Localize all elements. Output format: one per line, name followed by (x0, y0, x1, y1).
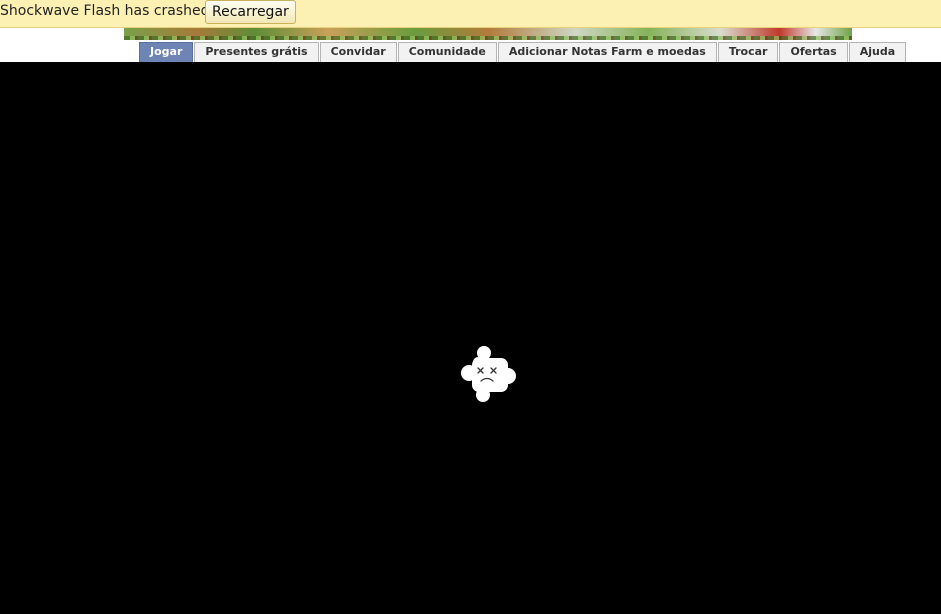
page-header: Jogar Presentes grátis Convidar Comunida… (0, 28, 941, 62)
crash-message: Shockwave Flash has crashed. (0, 3, 214, 19)
reload-button[interactable]: Recarregar (205, 0, 296, 24)
tab-trocar[interactable]: Trocar (717, 42, 779, 62)
tab-presentes-gratis[interactable]: Presentes grátis (194, 42, 319, 62)
tab-ofertas[interactable]: Ofertas (779, 42, 848, 62)
tab-adicionar-notas[interactable]: Adicionar Notas Farm e moedas (497, 42, 717, 62)
tab-ajuda[interactable]: Ajuda (848, 42, 907, 62)
plugin-area (0, 62, 941, 614)
crash-infobar: Shockwave Flash has crashed. Recarregar (0, 0, 941, 28)
sad-plugin-icon (461, 346, 516, 402)
game-banner (124, 28, 852, 40)
tab-jogar[interactable]: Jogar (139, 42, 194, 62)
tab-convidar[interactable]: Convidar (319, 42, 397, 62)
tab-comunidade[interactable]: Comunidade (397, 42, 497, 62)
tab-bar: Jogar Presentes grátis Convidar Comunida… (139, 42, 907, 62)
